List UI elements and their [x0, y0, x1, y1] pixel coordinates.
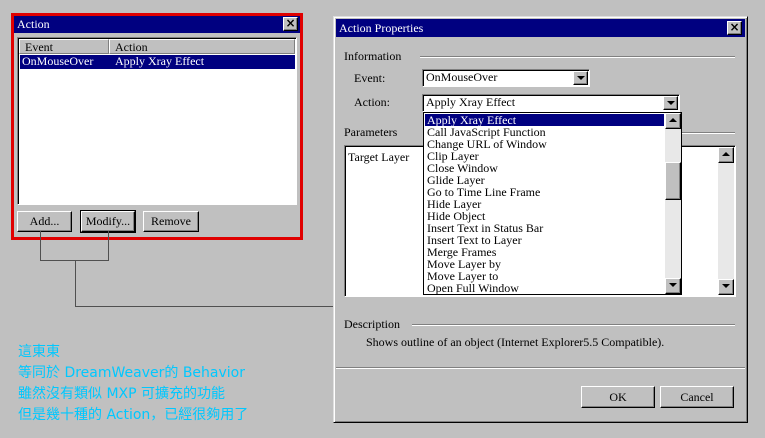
- action-select-value: Apply Xray Effect: [426, 95, 516, 109]
- param-target-layer: Target Layer: [348, 150, 410, 164]
- action-panel-title-bar: Action ×: [14, 16, 300, 33]
- add-button[interactable]: Add...: [17, 211, 72, 232]
- connector-line: [40, 231, 41, 261]
- column-header-action[interactable]: Action: [109, 39, 295, 54]
- caption-line: 但是幾十種的 Action，已經很夠用了: [18, 407, 249, 423]
- dropdown-scrollbar[interactable]: [665, 113, 681, 294]
- ok-button[interactable]: OK: [581, 386, 655, 408]
- action-select[interactable]: Apply Xray Effect: [422, 94, 680, 112]
- parameters-label: Parameters: [344, 125, 398, 139]
- divider: [412, 324, 735, 326]
- table-row[interactable]: OnMouseOver Apply Xray Effect: [20, 55, 295, 69]
- action-panel-highlight: Action × Event Action OnMouseOver Apply …: [11, 13, 303, 240]
- action-options: Apply Xray Effect Call JavaScript Functio…: [425, 114, 664, 294]
- row-action: Apply Xray Effect: [115, 54, 205, 68]
- scroll-down-icon[interactable]: [718, 279, 734, 295]
- caption-line: 雖然沒有類似 MXP 可擴充的功能: [18, 386, 226, 402]
- event-select[interactable]: OnMouseOver: [422, 69, 590, 87]
- scroll-up-icon[interactable]: [718, 147, 734, 163]
- scroll-up-icon[interactable]: [665, 113, 681, 129]
- connector-line: [108, 231, 109, 261]
- dialog-title: Action Properties: [339, 21, 424, 35]
- chevron-down-icon[interactable]: [663, 96, 678, 110]
- scroll-thumb[interactable]: [665, 162, 681, 200]
- description-text: Shows outline of an object (Internet Exp…: [366, 335, 665, 349]
- modify-button[interactable]: Modify...: [80, 210, 136, 233]
- column-header-event[interactable]: Event: [19, 39, 109, 54]
- connector-line: [75, 306, 334, 307]
- caption: 這東東 等同於 DreamWeaver的 Behavior 雖然沒有類似 MXP…: [18, 342, 248, 426]
- grid-scrollbar[interactable]: [718, 147, 734, 295]
- information-label: Information: [344, 49, 402, 63]
- chevron-down-icon[interactable]: [573, 71, 588, 85]
- action-panel-title: Action: [17, 17, 50, 31]
- event-select-value: OnMouseOver: [426, 70, 498, 84]
- dialog-title-bar: Action Properties: [336, 19, 745, 37]
- connector-line: [75, 260, 76, 307]
- description-label: Description: [344, 317, 400, 331]
- scroll-down-icon[interactable]: [665, 278, 681, 294]
- remove-button[interactable]: Remove: [143, 211, 199, 232]
- action-dropdown-list[interactable]: Apply Xray Effect Call JavaScript Functio…: [423, 112, 682, 295]
- event-action-list[interactable]: Event Action OnMouseOver Apply Xray Effe…: [17, 37, 297, 205]
- divider: [336, 367, 745, 369]
- list-item[interactable]: Open Full Window: [425, 282, 664, 294]
- divider: [420, 56, 735, 58]
- close-icon[interactable]: ×: [727, 21, 742, 35]
- divider: [680, 132, 735, 134]
- caption-line: 這東東: [18, 344, 60, 360]
- row-event: OnMouseOver: [22, 54, 94, 68]
- close-icon[interactable]: ×: [283, 17, 298, 31]
- action-label: Action:: [354, 95, 390, 109]
- cancel-button[interactable]: Cancel: [660, 386, 734, 408]
- caption-line: 等同於 DreamWeaver的 Behavior: [18, 365, 245, 381]
- event-label: Event:: [354, 71, 386, 85]
